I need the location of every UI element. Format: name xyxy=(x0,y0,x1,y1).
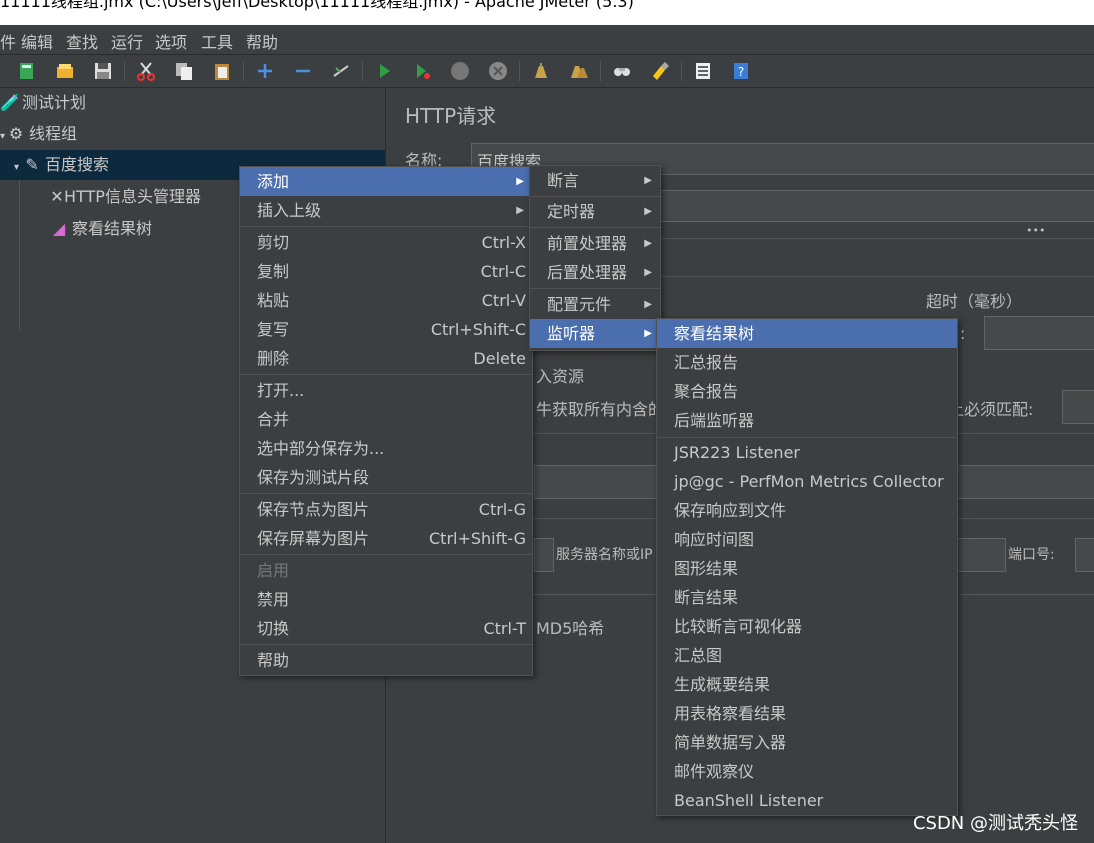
toolbar: ? xyxy=(0,55,1094,88)
clear-all-icon[interactable] xyxy=(568,60,590,82)
listener-item-1[interactable]: 汇总报告 xyxy=(657,348,957,377)
listener-item-2[interactable]: 聚合报告 xyxy=(657,377,957,406)
tree-node-header-manager[interactable]: ✕HTTP信息头管理器 xyxy=(50,182,201,212)
menu-file[interactable]: 件 xyxy=(0,29,16,53)
listener-item-9[interactable]: 断言结果 xyxy=(657,583,957,612)
submenu-item-listeners[interactable]: 监听器 ▶ xyxy=(530,319,660,348)
copy-icon[interactable] xyxy=(173,60,195,82)
tools-icon: ✕ xyxy=(50,187,64,206)
must-match-label: 上必须匹配: xyxy=(948,400,1034,419)
submenu-item-config-elements[interactable]: 配置元件 ▶ xyxy=(530,290,660,319)
menu-run[interactable]: 运行 xyxy=(111,29,143,53)
menu-item-open[interactable]: 打开... xyxy=(240,376,532,405)
server-name-label: 服务器名称或IP xyxy=(556,547,653,563)
menu-item-enable: 启用 xyxy=(257,561,290,580)
menu-help[interactable]: 帮助 xyxy=(246,29,278,53)
listener-item-8[interactable]: 图形结果 xyxy=(657,554,957,583)
must-match-field[interactable] xyxy=(1062,390,1094,424)
search-icon[interactable] xyxy=(611,60,633,82)
menu-tools[interactable]: 工具 xyxy=(201,29,233,53)
stop-icon[interactable] xyxy=(449,60,471,82)
menu-item-duplicate[interactable]: 复写 Ctrl+Shift-C xyxy=(240,315,532,344)
menu-item-toggle[interactable]: 切换 Ctrl-T xyxy=(240,614,532,643)
timeout-colon: : xyxy=(960,324,966,343)
port-label: 端口号: xyxy=(1008,547,1055,563)
submenu-item-timers[interactable]: 定时器 ▶ xyxy=(530,197,660,226)
menu-search[interactable]: 查找 xyxy=(66,29,98,53)
reset-search-icon[interactable] xyxy=(649,60,671,82)
menu-item-insert-parent[interactable]: 插入上级 ▶ xyxy=(240,196,532,225)
toggle-icon[interactable] xyxy=(330,60,352,82)
shutdown-icon[interactable] xyxy=(487,60,509,82)
menu-item-disable[interactable]: 禁用 xyxy=(240,585,532,614)
gear-icon: ⚙ xyxy=(8,124,24,143)
window-title: 11111线程组.jmx (C:\Users\Jeff\Desktop\1111… xyxy=(0,0,634,11)
function-helper-icon[interactable] xyxy=(692,60,714,82)
paste-icon[interactable] xyxy=(211,60,233,82)
submenu-item-post-processors[interactable]: 后置处理器 ▶ xyxy=(530,258,660,287)
menu-item-save-selection[interactable]: 选中部分保存为... xyxy=(240,434,532,463)
timeout-label: 超时（毫秒） xyxy=(926,292,1023,311)
collapse-icon[interactable] xyxy=(292,60,314,82)
fetch-embedded-label: 牛获取所有内含的 xyxy=(536,400,665,419)
menu-bar: 件 编辑 查找 运行 选项 工具 帮助 xyxy=(0,25,1094,55)
menu-item-delete[interactable]: 删除 Delete xyxy=(240,344,532,373)
listener-item-14[interactable]: 简单数据写入器 xyxy=(657,728,957,757)
response-timeout-field[interactable] xyxy=(984,316,1094,350)
chart-icon: ◢ xyxy=(52,219,66,238)
menu-item-save-node-image[interactable]: 保存节点为图片 Ctrl-G xyxy=(240,495,532,524)
menu-item-cut[interactable]: 剪切 Ctrl-X xyxy=(240,228,532,257)
listener-item-11[interactable]: 汇总图 xyxy=(657,641,957,670)
context-menu: 添加 ▶ 插入上级 ▶ 剪切 Ctrl-X 复制 Ctrl-C 粘贴 Ctrl-V 复写 C… xyxy=(239,166,533,676)
templates-icon[interactable] xyxy=(16,60,38,82)
menu-item-paste[interactable]: 粘贴 Ctrl-V xyxy=(240,286,532,315)
pipette-icon: ✎ xyxy=(25,155,39,174)
start-icon[interactable] xyxy=(373,60,395,82)
listener-item-6[interactable]: 保存响应到文件 xyxy=(657,496,957,525)
test-plan-icon: 🧪 xyxy=(0,93,20,112)
listener-item-4[interactable]: JSR223 Listener xyxy=(657,438,957,467)
port-field[interactable] xyxy=(1075,538,1094,572)
listener-item-15[interactable]: 邮件观察仪 xyxy=(657,757,957,786)
listener-item-5[interactable]: jp@gc - PerfMon Metrics Collector xyxy=(657,467,957,496)
menu-item-copy[interactable]: 复制 Ctrl-C xyxy=(240,257,532,286)
submenu-item-pre-processors[interactable]: 前置处理器 ▶ xyxy=(530,229,660,258)
watermark: CSDN @测试秃头怪 xyxy=(912,813,1078,834)
submenu-item-assertions[interactable]: 断言 ▶ xyxy=(530,166,660,195)
md5-label: MD5哈希 xyxy=(536,619,605,638)
tree-node-test-plan[interactable]: 🧪 测试计划 xyxy=(0,88,86,118)
listener-item-13[interactable]: 用表格察看结果 xyxy=(657,699,957,728)
listener-item-10[interactable]: 比较断言可视化器 xyxy=(657,612,957,641)
start-no-pause-icon[interactable] xyxy=(411,60,433,82)
save-icon[interactable] xyxy=(92,60,114,82)
divider-dots: ••• xyxy=(1026,224,1046,237)
menu-item-save-screen-image[interactable]: 保存屏幕为图片 Ctrl+Shift-G xyxy=(240,524,532,553)
embedded-resources-label: 入资源 xyxy=(536,367,585,386)
menu-item-help[interactable]: 帮助 xyxy=(240,646,532,675)
menu-options[interactable]: 选项 xyxy=(155,29,187,53)
menu-item-save-fragment[interactable]: 保存为测试片段 xyxy=(240,463,532,492)
listener-item-7[interactable]: 响应时间图 xyxy=(657,525,957,554)
expand-icon[interactable] xyxy=(254,60,276,82)
cut-icon[interactable] xyxy=(135,60,157,82)
svg-text:?: ? xyxy=(738,65,744,79)
window-title-bar: 11111线程组.jmx (C:\Users\Jeff\Desktop\1111… xyxy=(0,0,1094,25)
clear-icon[interactable] xyxy=(530,60,552,82)
listener-item-0[interactable]: 察看结果树 xyxy=(657,319,957,348)
protocol-field[interactable] xyxy=(534,538,554,572)
panel-title: HTTP请求 xyxy=(405,104,497,128)
add-submenu: 断言 ▶ 定时器 ▶ 前置处理器 ▶ 后置处理器 ▶ 配置元件 ▶ 监听器 ▶ xyxy=(529,165,661,351)
listener-item-3[interactable]: 后端监听器 xyxy=(657,406,957,435)
menu-item-add[interactable]: 添加 ▶ xyxy=(240,167,532,196)
tree-node-thread-group[interactable]: ▾ ⚙ 线程组 xyxy=(0,119,77,149)
help-icon[interactable]: ? xyxy=(730,60,752,82)
open-icon[interactable] xyxy=(54,60,76,82)
menu-edit[interactable]: 编辑 xyxy=(21,29,53,53)
listener-item-12[interactable]: 生成概要结果 xyxy=(657,670,957,699)
tree-node-baidu-search[interactable]: ▾ ✎ 百度搜索 xyxy=(14,150,109,180)
listener-submenu: 察看结果树 汇总报告 聚合报告 后端监听器 JSR223 Listener jp… xyxy=(656,318,958,816)
tree-node-results-tree[interactable]: ◢ 察看结果树 xyxy=(50,214,152,244)
menu-item-merge[interactable]: 合并 xyxy=(240,405,532,434)
